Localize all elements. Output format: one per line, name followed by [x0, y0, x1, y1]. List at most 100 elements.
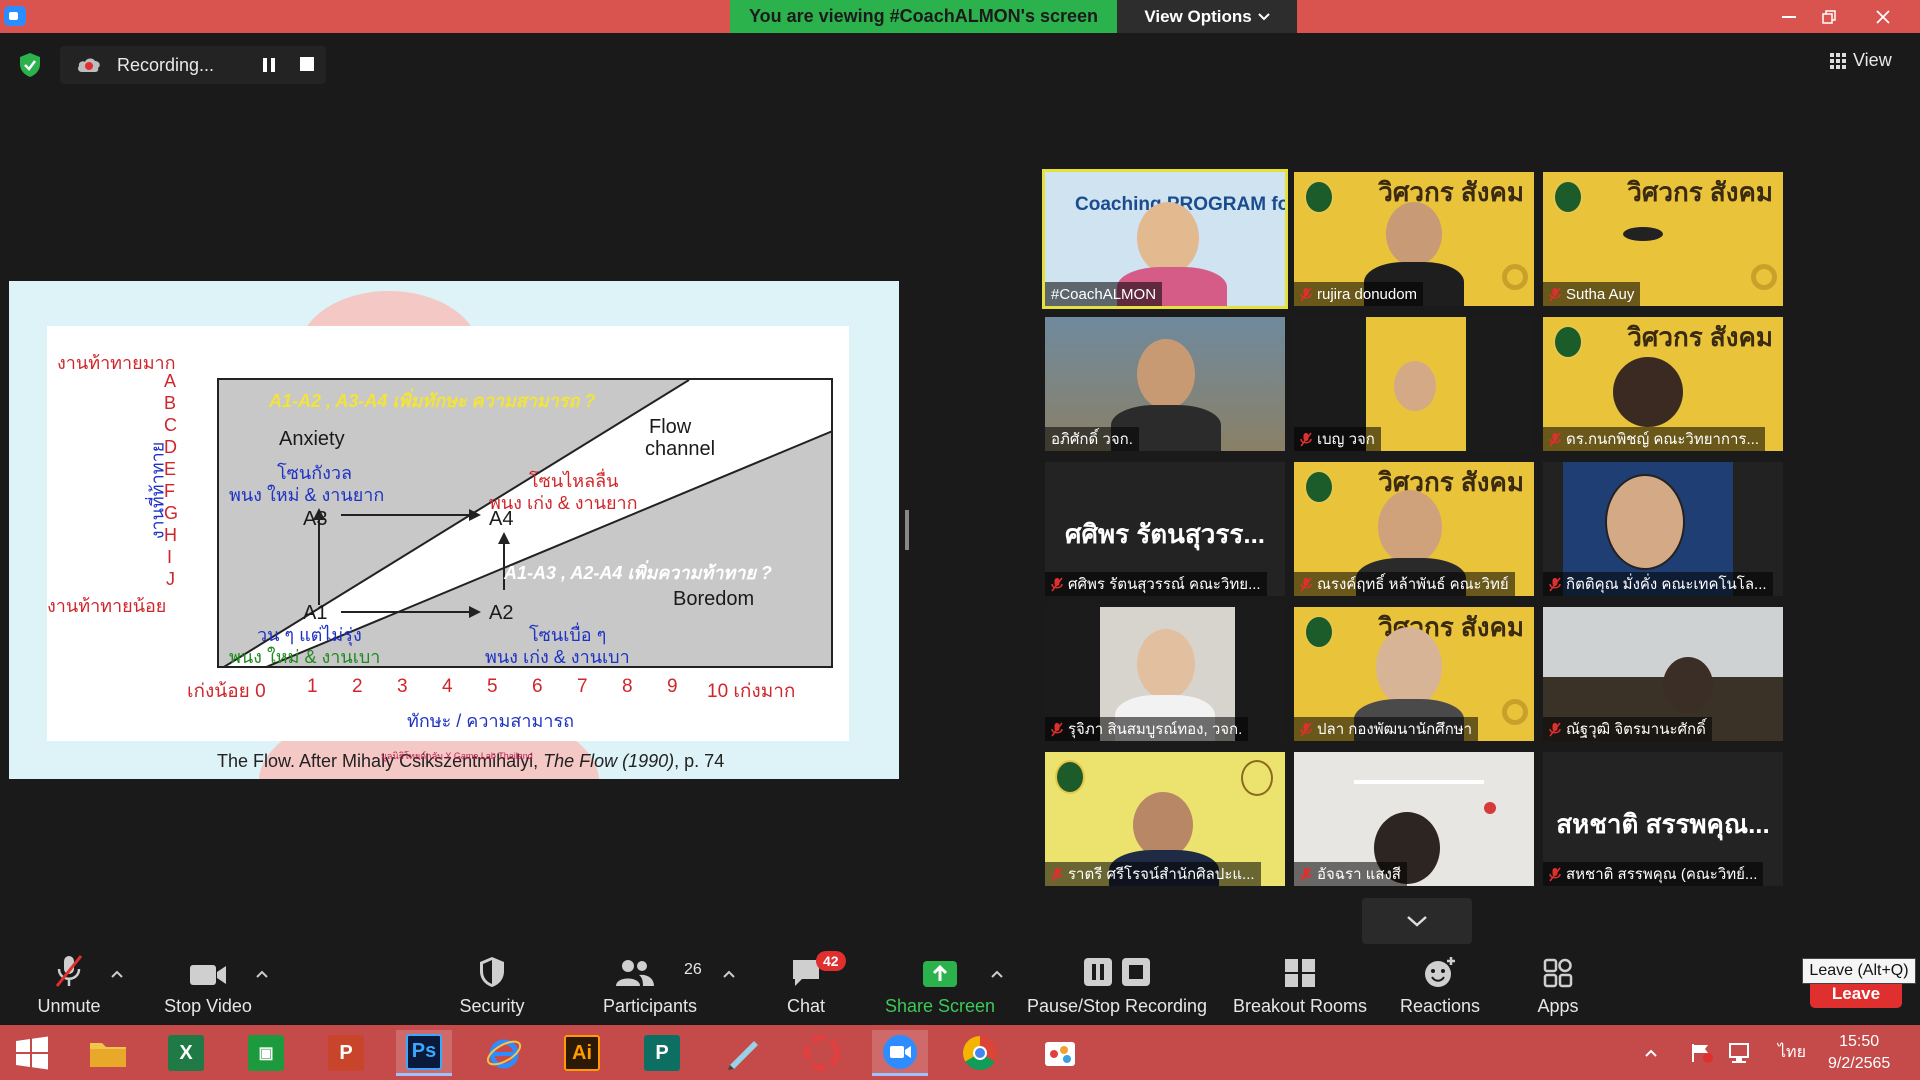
- viewing-banner: You are viewing #CoachALMON's screen: [730, 0, 1117, 33]
- stop-recording-icon[interactable]: [300, 57, 314, 71]
- channel-label: channel: [645, 438, 716, 460]
- input-language[interactable]: ไทย: [1778, 1025, 1806, 1080]
- taskbar-excel[interactable]: X: [158, 1030, 214, 1076]
- view-layout-button[interactable]: View: [1830, 50, 1892, 71]
- participant-name: ศศิพร รัตนสุวรรณ์ คณะวิทย...: [1068, 576, 1261, 593]
- taskbar-publisher[interactable]: P: [634, 1030, 690, 1076]
- x-tick: 4: [442, 676, 453, 697]
- recording-label: Recording...: [117, 55, 215, 75]
- system-clock[interactable]: 15:50 9/2/2565: [1828, 1031, 1890, 1075]
- y-axis-bottom-label: งานท้าทายน้อย: [47, 596, 167, 616]
- participant-name-bar: ศศิพร รัตนสุวรรณ์ คณะวิทย...: [1045, 572, 1267, 596]
- leave-button[interactable]: Leave: [1810, 980, 1902, 1008]
- participant-name: #CoachALMON: [1051, 285, 1157, 303]
- cloud-recording-icon: [78, 58, 100, 72]
- participant-name-bar: กิตติคุณ มั่งคั่ง คณะเทคโนโล...: [1543, 572, 1773, 596]
- x-tick: 9: [667, 676, 678, 697]
- taskbar-photoscape[interactable]: [794, 1030, 850, 1076]
- video-options-caret-icon[interactable]: [255, 969, 269, 979]
- video-tile[interactable]: วิศวกร สังคม ดร.กนกพิชญ์ คณะวิทยาการ...: [1543, 317, 1783, 451]
- reactions-button[interactable]: Reactions: [1390, 945, 1490, 1025]
- video-tile[interactable]: ศศิพร รัตนสุวรร... ศศิพร รัตนสุวรรณ์ คณะ…: [1045, 462, 1285, 596]
- taskbar-illustrator[interactable]: Ai: [554, 1030, 610, 1076]
- mic-muted-icon: [1051, 867, 1063, 881]
- video-tile[interactable]: เบญ วจก: [1294, 317, 1534, 451]
- video-tile[interactable]: ณัฐวุฒิ จิตรมานะศักดิ์: [1543, 607, 1783, 741]
- video-tile[interactable]: อภิศักดิ์ วจก.: [1045, 317, 1285, 451]
- participant-face: [1386, 202, 1442, 266]
- close-button[interactable]: [1860, 0, 1906, 33]
- taskbar-store[interactable]: ▣: [238, 1030, 294, 1076]
- video-tile[interactable]: รุจิภา สินสมบูรณ์ทอง, วจก.: [1045, 607, 1285, 741]
- gear-icon: [1751, 264, 1777, 290]
- pause-recording-icon[interactable]: [260, 56, 278, 74]
- participant-name-bar: ดร.กนกพิชญ์ คณะวิทยาการ...: [1543, 427, 1765, 451]
- video-tile[interactable]: ราตรี ศรีโรจน์สำนักศิลปะแ...: [1045, 752, 1285, 886]
- recording-indicator: Recording...: [60, 46, 326, 84]
- video-tile[interactable]: กิตติคุณ มั่งคั่ง คณะเทคโนโล...: [1543, 462, 1783, 596]
- encryption-shield-icon[interactable]: [18, 52, 42, 78]
- illustrator-icon: Ai: [564, 1035, 600, 1071]
- video-tile[interactable]: วิศวกร สังคม rujira donudom: [1294, 172, 1534, 306]
- share-screen-button[interactable]: Share Screen: [884, 945, 996, 1025]
- action-center-flag[interactable]: [1690, 1025, 1714, 1080]
- shield-icon: [480, 957, 504, 987]
- network-status[interactable]: [1728, 1025, 1754, 1080]
- view-options-button[interactable]: View Options: [1117, 0, 1297, 33]
- mic-muted-icon: [1300, 722, 1312, 736]
- y-category: J: [166, 569, 175, 589]
- taskbar-notepad[interactable]: [714, 1030, 770, 1076]
- chat-button[interactable]: 42 Chat: [776, 945, 846, 1025]
- stop-video-button[interactable]: Stop Video: [160, 945, 256, 1025]
- unmute-label: Unmute: [37, 996, 101, 1016]
- gallery-next-page-button[interactable]: [1362, 898, 1472, 944]
- share-options-caret-icon[interactable]: [990, 969, 1004, 979]
- start-button[interactable]: [4, 1030, 60, 1076]
- restore-button[interactable]: [1806, 0, 1852, 33]
- video-tile[interactable]: วิศวกร สังคม ณรงค์ฤทธิ์ หล้าพันธ์ คณะวิท…: [1294, 462, 1534, 596]
- taskbar-file-explorer[interactable]: [80, 1030, 136, 1076]
- tray-overflow-button[interactable]: [1644, 1025, 1658, 1080]
- taskbar-powerpoint[interactable]: P: [318, 1030, 374, 1076]
- participant-name: รุจิภา สินสมบูรณ์ทอง, วจก.: [1068, 721, 1243, 738]
- breakout-rooms-button[interactable]: Breakout Rooms: [1230, 945, 1370, 1025]
- taskbar-internet-explorer[interactable]: [476, 1030, 532, 1076]
- participant-name-bar: เบญ วจก: [1294, 427, 1381, 451]
- pause-stop-recording-button[interactable]: Pause/Stop Recording: [1024, 945, 1210, 1025]
- participants-button[interactable]: 26 Participants: [598, 945, 702, 1025]
- participant-face: [1133, 792, 1193, 858]
- split-divider-handle[interactable]: [905, 510, 909, 550]
- video-tile[interactable]: วิศวกร สังคม ปลา กองพัฒนานักศึกษา: [1294, 607, 1534, 741]
- security-button[interactable]: Security: [450, 945, 534, 1025]
- unmute-button[interactable]: Unmute: [24, 945, 114, 1025]
- reactions-label: Reactions: [1399, 996, 1481, 1016]
- y-axis-title: งานที่ท้าทาย: [147, 441, 168, 540]
- y-category: A: [164, 371, 177, 391]
- skill-increase-banner: A1-A2 , A3-A4 เพิ่มทักษะ ความสามารถ ?: [269, 391, 596, 411]
- background-logo-text: วิศวกร สังคม: [1627, 322, 1773, 352]
- x-tick: 1: [307, 676, 318, 697]
- photoshop-icon: Ps: [406, 1033, 442, 1070]
- chevron-down-icon: [1257, 12, 1270, 20]
- apps-label: Apps: [1537, 996, 1579, 1016]
- title-bar: You are viewing #CoachALMON's screen Vie…: [0, 0, 1920, 33]
- grid-icon: [1830, 52, 1846, 69]
- taskbar-paint[interactable]: [1032, 1030, 1088, 1076]
- participants-options-caret-icon[interactable]: [722, 969, 736, 979]
- video-camera-icon: [190, 965, 226, 985]
- pause-stop-recording-label: Pause/Stop Recording: [1026, 996, 1208, 1016]
- share-screen-icon: [923, 961, 957, 987]
- taskbar-photoshop[interactable]: Ps: [396, 1030, 452, 1076]
- video-tile[interactable]: อัจฉรา แสงสี: [1294, 752, 1534, 886]
- apps-button[interactable]: Apps: [1526, 945, 1590, 1025]
- video-tile[interactable]: สหชาติ สรรพคุณ... สหชาติ สรรพคุณ (คณะวิท…: [1543, 752, 1783, 886]
- taskbar-chrome[interactable]: [952, 1030, 1008, 1076]
- video-tile[interactable]: Coaching PROGRAM for Leader #CoachALMON: [1042, 169, 1288, 309]
- participant-face: [1605, 474, 1685, 570]
- university-seal-icon: [1304, 615, 1334, 649]
- audio-options-caret-icon[interactable]: [110, 969, 124, 979]
- shared-screen-slide: งานท้าทายมาก A B C D E F G H I J งานท้าท…: [9, 281, 899, 779]
- participant-name-bar: rujira donudom: [1294, 282, 1424, 306]
- video-tile[interactable]: วิศวกร สังคม Sutha Auy: [1543, 172, 1783, 306]
- taskbar-zoom[interactable]: [872, 1030, 928, 1076]
